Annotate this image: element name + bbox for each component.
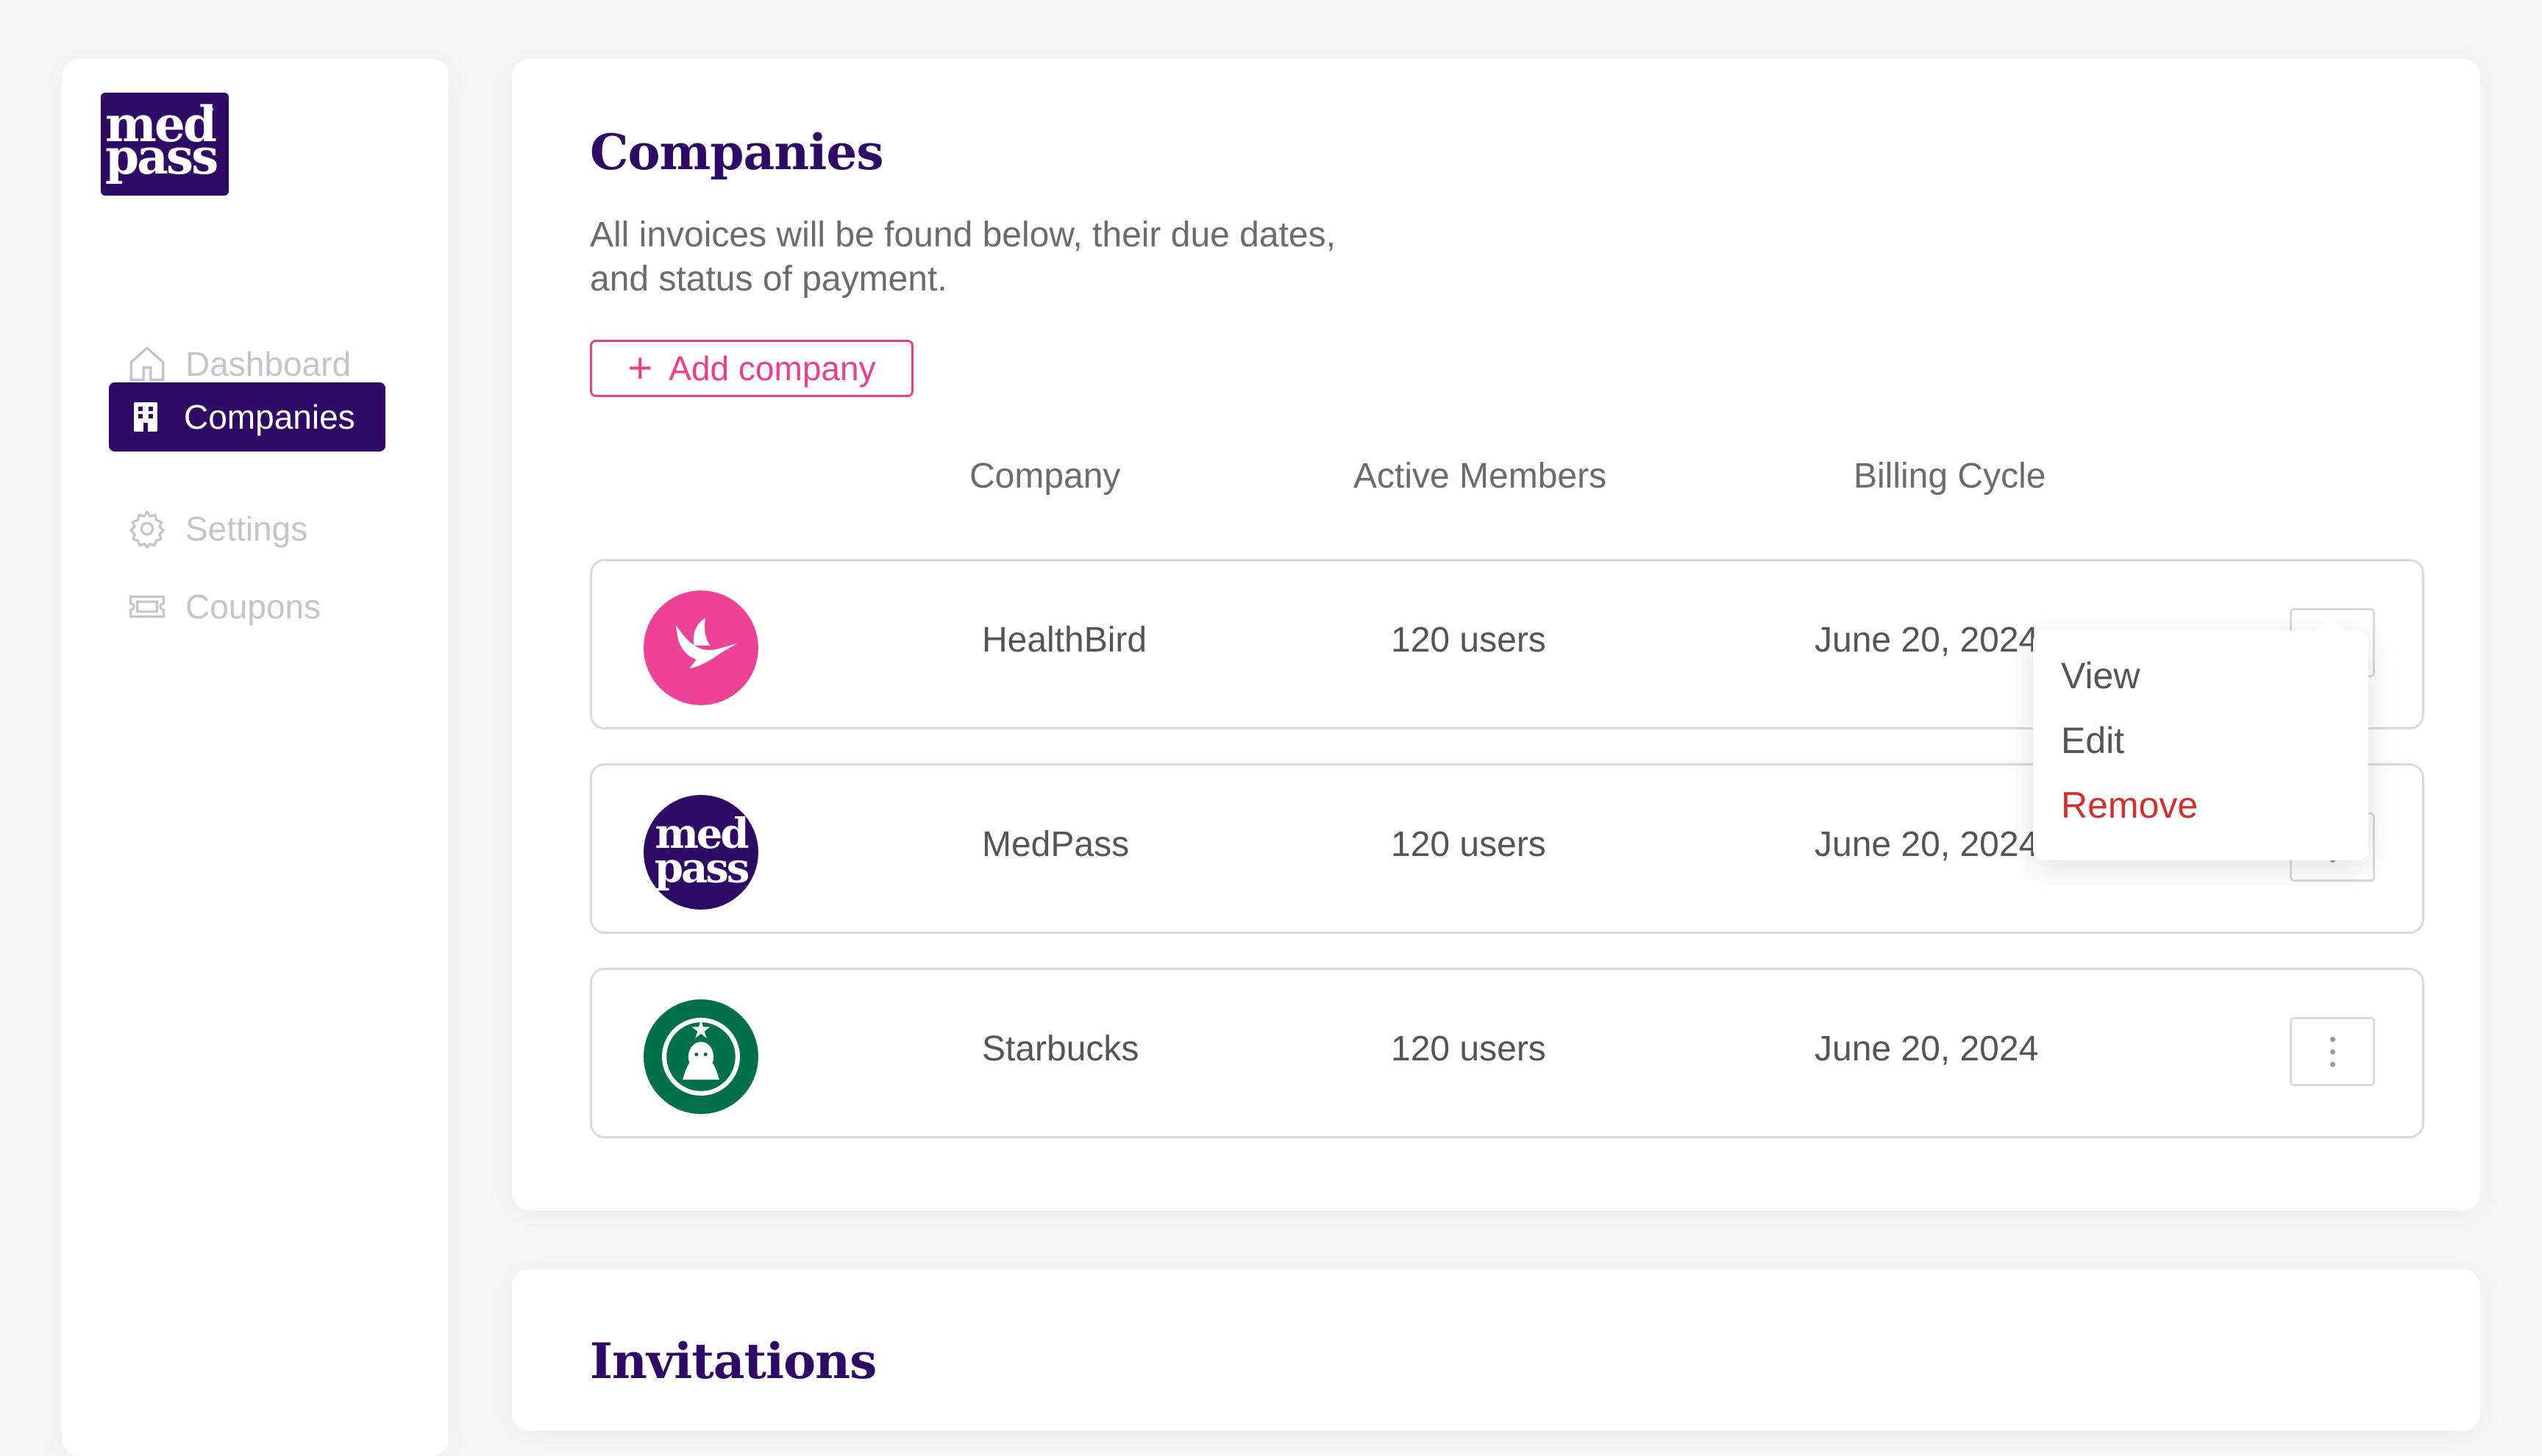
- subtitle-line2: and status of payment.: [590, 260, 947, 299]
- column-header-active-members: Active Members: [1353, 457, 1607, 496]
- plus-icon: +: [627, 344, 653, 392]
- medpass-logo[interactable]: med pass ™: [101, 93, 229, 196]
- medpass-logo: med pass: [644, 795, 758, 910]
- sidebar-item-coupons[interactable]: Coupons: [109, 572, 385, 641]
- company-billing: June 20, 2024: [1815, 825, 2039, 864]
- sidebar-item-label: Dashboard: [185, 345, 352, 383]
- sidebar-item-companies[interactable]: Companies: [109, 382, 385, 452]
- company-name: Starbucks: [982, 1029, 1139, 1068]
- company-name: MedPass: [982, 825, 1130, 864]
- add-company-label: Add company: [669, 349, 876, 388]
- column-header-billing-cycle: Billing Cycle: [1854, 457, 2046, 496]
- logo-trademark: ™: [207, 107, 214, 115]
- menu-item-edit[interactable]: Edit: [2061, 719, 2124, 762]
- column-header-company: Company: [969, 457, 1121, 496]
- hummingbird-logo: [644, 590, 758, 705]
- sidebar-item-label: Coupons: [185, 588, 321, 626]
- svg-text:pass: pass: [655, 844, 749, 893]
- sidebar: med pass ™ Dashboard Companies Settings …: [62, 59, 449, 1456]
- sidebar-item-settings[interactable]: Settings: [109, 494, 385, 563]
- starbucks-logo: [644, 999, 758, 1114]
- sidebar-item-label: Settings: [185, 510, 308, 548]
- more-vertical-icon: [2329, 1036, 2335, 1067]
- section-title-invitations: Invitations: [590, 1332, 877, 1390]
- company-name: HealthBird: [982, 621, 1147, 660]
- invitations-card: Invitations: [512, 1269, 2480, 1431]
- building-icon: [124, 395, 168, 439]
- subtitle-line1: All invoices will be found below, their …: [590, 215, 1336, 254]
- menu-item-remove[interactable]: Remove: [2061, 784, 2198, 827]
- row-actions-button[interactable]: [2290, 1017, 2375, 1086]
- company-members: 120 users: [1391, 825, 1546, 864]
- company-billing: June 20, 2024: [1815, 1029, 2039, 1068]
- add-company-button[interactable]: + Add company: [590, 340, 914, 397]
- sidebar-item-label: Companies: [184, 398, 355, 436]
- company-billing: June 20, 2024: [1815, 621, 2039, 660]
- company-members: 120 users: [1391, 621, 1546, 660]
- company-members: 120 users: [1391, 1029, 1546, 1068]
- row-actions-menu: View Edit Remove: [2033, 616, 2368, 860]
- menu-item-view[interactable]: View: [2061, 654, 2140, 697]
- company-row[interactable]: Starbucks 120 users June 20, 2024: [590, 968, 2424, 1138]
- home-icon: [125, 342, 169, 386]
- logo-text-line2: pass: [105, 128, 218, 185]
- page-subtitle: All invoices will be found below, their …: [590, 213, 1473, 301]
- page-title: Companies: [590, 124, 884, 181]
- ticket-icon: [125, 585, 169, 629]
- gear-icon: [125, 507, 169, 551]
